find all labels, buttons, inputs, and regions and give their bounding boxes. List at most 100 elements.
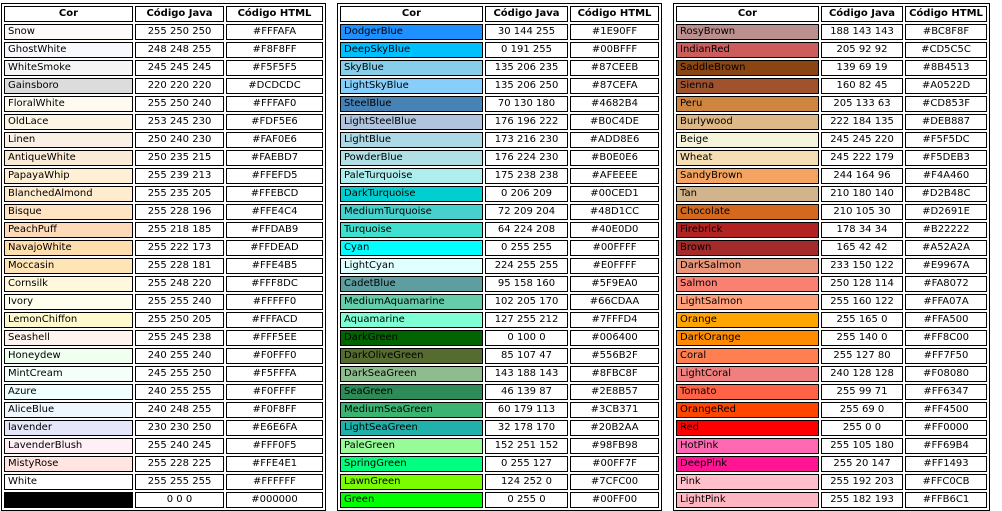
color-name-cell: WhiteSmoke: [4, 60, 133, 76]
table-row: Tomato 255 99 71 #FF6347: [676, 384, 987, 400]
java-code-cell: 255 250 205: [135, 312, 224, 328]
table-row: Coral 255 127 80 #FF7F50: [676, 348, 987, 364]
java-code-cell: 255 245 238: [135, 330, 224, 346]
color-name-cell: Firebrick: [676, 222, 819, 238]
color-name-cell: Cyan: [340, 240, 483, 256]
color-name-cell: SkyBlue: [340, 60, 483, 76]
java-code-cell: 255 248 220: [135, 276, 224, 292]
table-row: WhiteSmoke 245 245 245 #F5F5F5: [4, 60, 323, 76]
table-row: Pink 255 192 203 #FFC0CB: [676, 474, 987, 490]
html-code-cell: #AFEEEE: [570, 168, 659, 184]
color-name-cell: lavender: [4, 420, 133, 436]
java-code-cell: 255 69 0: [821, 402, 903, 418]
color-name-cell: LightSteelBlue: [340, 114, 483, 130]
java-code-cell: 30 144 255: [485, 24, 568, 40]
html-code-cell: #3CB371: [570, 402, 659, 418]
table-row: Bisque 255 228 196 #FFE4C4: [4, 204, 323, 220]
table-row: LavenderBlush 255 240 245 #FFF0F5: [4, 438, 323, 454]
table-row: OrangeRed 255 69 0 #FF4500: [676, 402, 987, 418]
table-row: AliceBlue 240 248 255 #F0F8FF: [4, 402, 323, 418]
table-row: Snow 255 250 250 #FFFAFA: [4, 24, 323, 40]
color-name-cell: MediumSeaGreen: [340, 402, 483, 418]
java-code-cell: 160 82 45: [821, 78, 903, 94]
java-code-cell: 127 255 212: [485, 312, 568, 328]
html-code-cell: #F0FFFF: [226, 384, 323, 400]
table-row: SandyBrown 244 164 96 #F4A460: [676, 168, 987, 184]
header-cor: Cor: [340, 6, 483, 22]
table-row: PeachPuff 255 218 185 #FFDAB9: [4, 222, 323, 238]
java-code-cell: 0 206 209: [485, 186, 568, 202]
java-code-cell: 46 139 87: [485, 384, 568, 400]
html-code-cell: #4682B4: [570, 96, 659, 112]
html-code-cell: #A52A2A: [905, 240, 987, 256]
html-code-cell: #98FB98: [570, 438, 659, 454]
color-name-cell: SpringGreen: [340, 456, 483, 472]
color-name-cell: Chocolate: [676, 204, 819, 220]
java-code-cell: 135 206 250: [485, 78, 568, 94]
html-code-cell: #48D1CC: [570, 204, 659, 220]
color-name-cell: PowderBlue: [340, 150, 483, 166]
html-code-cell: #D2691E: [905, 204, 987, 220]
color-name-cell: White: [4, 474, 133, 490]
java-code-cell: 250 128 114: [821, 276, 903, 292]
table-row: SkyBlue 135 206 235 #87CEEB: [340, 60, 659, 76]
html-code-cell: #F0FFF0: [226, 348, 323, 364]
color-table-2: Cor Código Java Código HTML DodgerBlue 30…: [337, 3, 662, 511]
color-name-cell: AntiqueWhite: [4, 150, 133, 166]
html-code-cell: #FFB6C1: [905, 492, 987, 508]
java-code-cell: 0 255 0: [485, 492, 568, 508]
color-name-cell: LightBlue: [340, 132, 483, 148]
color-name-cell: DarkOliveGreen: [340, 348, 483, 364]
table-header-row: Cor Código Java Código HTML: [340, 6, 659, 22]
color-name-cell: LightPink: [676, 492, 819, 508]
table-row: DeepPink 255 20 147 #FF1493: [676, 456, 987, 472]
color-name-cell: CadetBlue: [340, 276, 483, 292]
java-code-cell: 240 255 255: [135, 384, 224, 400]
color-name-cell: Pink: [676, 474, 819, 490]
color-name-cell: GhostWhite: [4, 42, 133, 58]
table-row: LightSkyBlue 135 206 250 #87CEFA: [340, 78, 659, 94]
java-code-cell: 188 143 143: [821, 24, 903, 40]
java-code-cell: 0 0 0: [135, 492, 224, 508]
java-code-cell: 152 251 152: [485, 438, 568, 454]
html-code-cell: #FFEFD5: [226, 168, 323, 184]
color-name-cell: DarkOrange: [676, 330, 819, 346]
color-name-cell: Wheat: [676, 150, 819, 166]
html-code-cell: #FFE4E1: [226, 456, 323, 472]
html-code-cell: #FF0000: [905, 420, 987, 436]
html-code-cell: #FF4500: [905, 402, 987, 418]
color-name-cell: Tan: [676, 186, 819, 202]
html-code-cell: #FFA500: [905, 312, 987, 328]
table-row: PaleGreen 152 251 152 #98FB98: [340, 438, 659, 454]
java-code-cell: 72 209 204: [485, 204, 568, 220]
html-code-cell: #8B4513: [905, 60, 987, 76]
html-code-cell: #FFA07A: [905, 294, 987, 310]
html-code-cell: #F5FFFA: [226, 366, 323, 382]
color-name-cell: Green: [340, 492, 483, 508]
java-code-cell: 255 218 185: [135, 222, 224, 238]
header-codigo-java: Código Java: [135, 6, 224, 22]
java-code-cell: 255 240 245: [135, 438, 224, 454]
java-code-cell: 250 240 230: [135, 132, 224, 148]
color-name-cell: LightSalmon: [676, 294, 819, 310]
java-code-cell: 85 107 47: [485, 348, 568, 364]
html-code-cell: #FFF0F5: [226, 438, 323, 454]
html-code-cell: #FFFAFA: [226, 24, 323, 40]
java-code-cell: 255 20 147: [821, 456, 903, 472]
table-row: LightSeaGreen 32 178 170 #20B2AA: [340, 420, 659, 436]
html-code-cell: #FFFACD: [226, 312, 323, 328]
html-code-cell: #FDF5E6: [226, 114, 323, 130]
java-code-cell: 244 164 96: [821, 168, 903, 184]
table-row: PowderBlue 176 224 230 #B0E0E6: [340, 150, 659, 166]
java-code-cell: 165 42 42: [821, 240, 903, 256]
java-code-cell: 230 230 250: [135, 420, 224, 436]
table-row: LemonChiffon 255 250 205 #FFFACD: [4, 312, 323, 328]
html-code-cell: #00FFFF: [570, 240, 659, 256]
color-name-cell: LightSkyBlue: [340, 78, 483, 94]
color-table-3: Cor Código Java Código HTML RosyBrown 188…: [673, 3, 990, 511]
color-name-cell: Cornsilk: [4, 276, 133, 292]
java-code-cell: 0 255 127: [485, 456, 568, 472]
java-code-cell: 255 182 193: [821, 492, 903, 508]
color-name-cell: SeaGreen: [340, 384, 483, 400]
table-row: DeepSkyBlue 0 191 255 #00BFFF: [340, 42, 659, 58]
